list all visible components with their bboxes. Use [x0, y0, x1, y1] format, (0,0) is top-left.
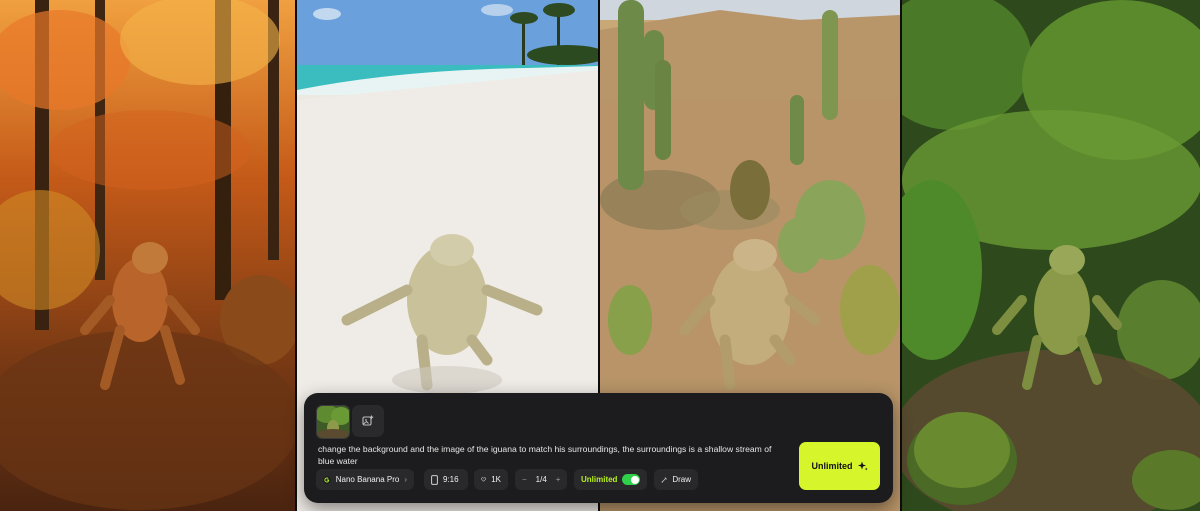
image-panel-autumn-forest[interactable]	[0, 0, 295, 511]
draw-button[interactable]: Draw	[654, 469, 698, 490]
unlimited-toggle-chip[interactable]: Unlimited	[574, 469, 647, 490]
aspect-ratio-value: 9:16	[443, 475, 459, 484]
count-stepper: − 1/4 +	[515, 469, 567, 490]
jungle-image	[902, 0, 1200, 511]
prompt-input[interactable]: change the background and the image of t…	[318, 443, 788, 467]
aspect-ratio-selector[interactable]: 9:16	[424, 469, 468, 490]
draw-brush-icon	[661, 476, 667, 483]
autumn-forest-image	[0, 0, 295, 511]
image-panel-jungle[interactable]	[902, 0, 1200, 511]
phone-portrait-icon	[431, 474, 438, 485]
chevron-right-icon: ›	[404, 475, 407, 484]
reference-image-thumbnail[interactable]	[316, 405, 350, 439]
resolution-selector[interactable]: 1K	[474, 469, 508, 490]
google-g-icon	[323, 475, 331, 484]
decrease-count-button[interactable]: −	[522, 475, 527, 484]
draw-label: Draw	[672, 475, 691, 484]
add-image-button[interactable]	[352, 405, 384, 437]
model-selector[interactable]: Nano Banana Pro ›	[316, 469, 414, 490]
resolution-value: 1K	[491, 475, 501, 484]
generate-button-label: Unlimited	[811, 461, 853, 471]
prompt-bar: change the background and the image of t…	[304, 393, 893, 503]
unlimited-label: Unlimited	[581, 475, 618, 484]
count-value: 1/4	[535, 475, 547, 484]
sparkle-icon	[857, 461, 868, 471]
model-name: Nano Banana Pro	[335, 475, 400, 484]
increase-count-button[interactable]: +	[556, 475, 561, 484]
generate-button[interactable]: Unlimited	[799, 442, 880, 490]
heart-icon	[481, 477, 487, 482]
reference-image-preview	[317, 406, 349, 438]
add-image-icon	[362, 415, 374, 426]
unlimited-toggle[interactable]	[622, 474, 640, 485]
